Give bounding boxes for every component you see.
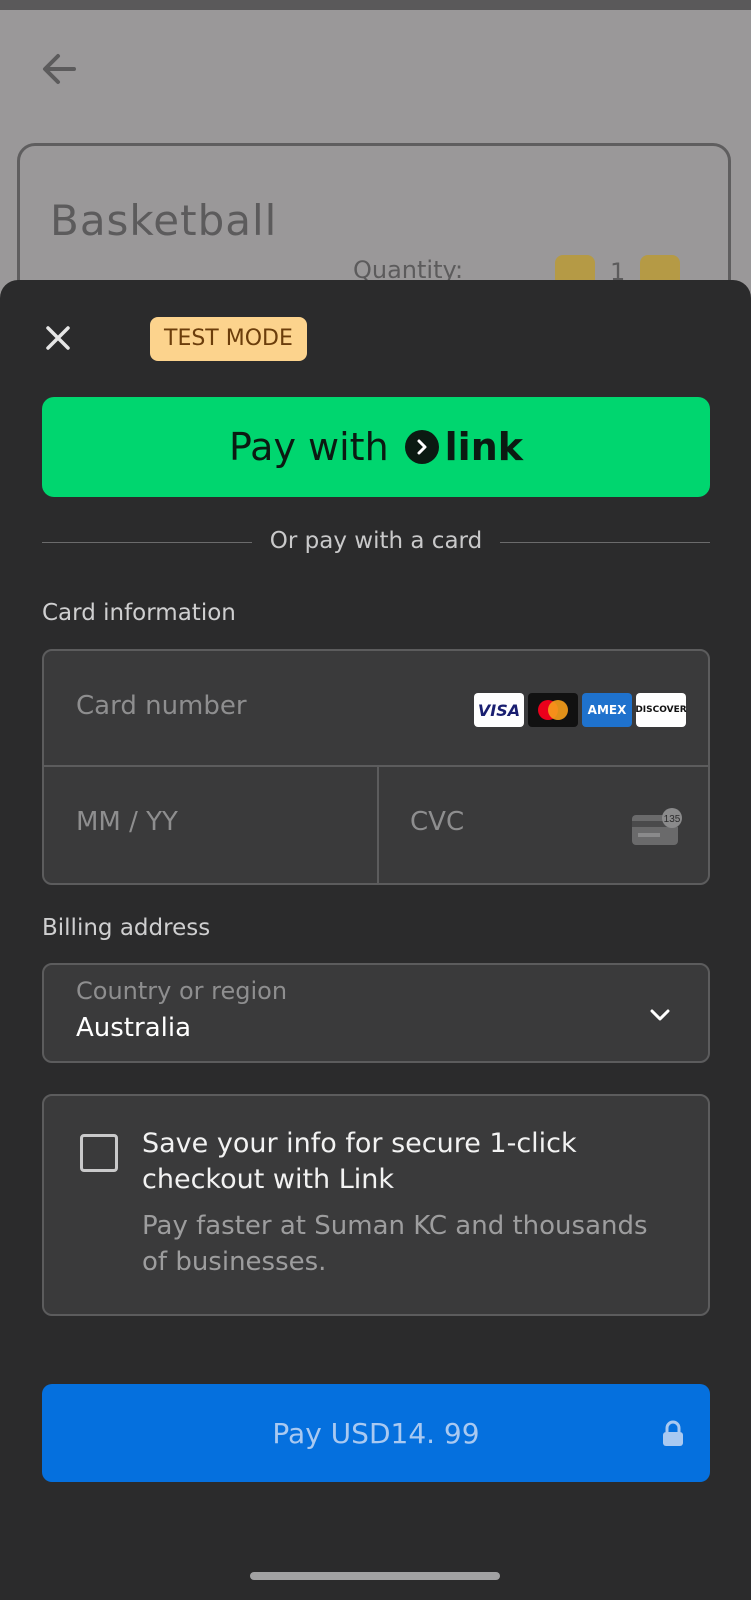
amex-icon: AMEX: [582, 693, 632, 727]
country-select[interactable]: Country or region Australia: [42, 963, 710, 1063]
or-divider: Or pay with a card: [42, 528, 710, 558]
divider-text: Or pay with a card: [269, 528, 483, 554]
pay-button-label: Pay USD14. 99: [272, 1416, 480, 1450]
visa-icon: VISA: [474, 693, 524, 727]
test-mode-badge: TEST MODE: [150, 317, 307, 361]
cvc-field[interactable]: CVC: [410, 807, 464, 837]
pay-button[interactable]: Pay USD14. 99: [42, 1384, 710, 1482]
close-icon: [46, 326, 70, 350]
country-value: Australia: [76, 1013, 192, 1043]
product-title: Basketball: [50, 196, 278, 245]
payment-sheet: TEST MODE Pay with link Or pay with a ca…: [0, 280, 751, 1600]
chevron-down-icon: [650, 1009, 670, 1021]
card-information-label: Card information: [42, 600, 236, 626]
cvc-card-icon: 135: [632, 808, 682, 845]
field-separator: [377, 767, 379, 883]
card-number-field[interactable]: Card number VISA AMEX DISCOVER: [44, 651, 708, 767]
link-button-prefix: Pay with: [228, 425, 389, 469]
discover-icon: DISCOVER: [635, 693, 687, 727]
cvc-hint-number: 135: [664, 814, 681, 825]
save-info-link-box: Save your info for secure 1-click checko…: [42, 1094, 710, 1316]
back-button[interactable]: [36, 45, 84, 93]
billing-address-label: Billing address: [42, 915, 211, 941]
save-info-checkbox[interactable]: [80, 1134, 118, 1172]
mastercard-icon: [528, 693, 578, 727]
card-brand-icons: VISA AMEX DISCOVER: [474, 693, 687, 727]
home-indicator[interactable]: [250, 1572, 500, 1580]
arrow-left-icon: [43, 54, 76, 84]
status-bar-strip: [0, 0, 751, 10]
link-logo: link: [404, 425, 524, 469]
pay-with-link-button[interactable]: Pay with link: [42, 397, 710, 497]
link-chevron-icon: [404, 430, 439, 464]
link-logo-text: link: [444, 425, 524, 469]
card-information-fields: Card number VISA AMEX DISCOVER MM / YY C…: [42, 649, 710, 885]
card-expiry-cvc-row: MM / YY CVC 135: [44, 767, 708, 883]
country-field-label: Country or region: [76, 977, 288, 1005]
lock-icon: [663, 1420, 683, 1446]
close-button[interactable]: [40, 320, 76, 356]
save-info-title: Save your info for secure 1-click checko…: [142, 1128, 577, 1195]
card-number-placeholder: Card number: [76, 691, 247, 721]
save-info-subtitle: Pay faster at Suman KC and thousands of …: [142, 1211, 648, 1277]
expiry-field[interactable]: MM / YY: [76, 807, 178, 837]
